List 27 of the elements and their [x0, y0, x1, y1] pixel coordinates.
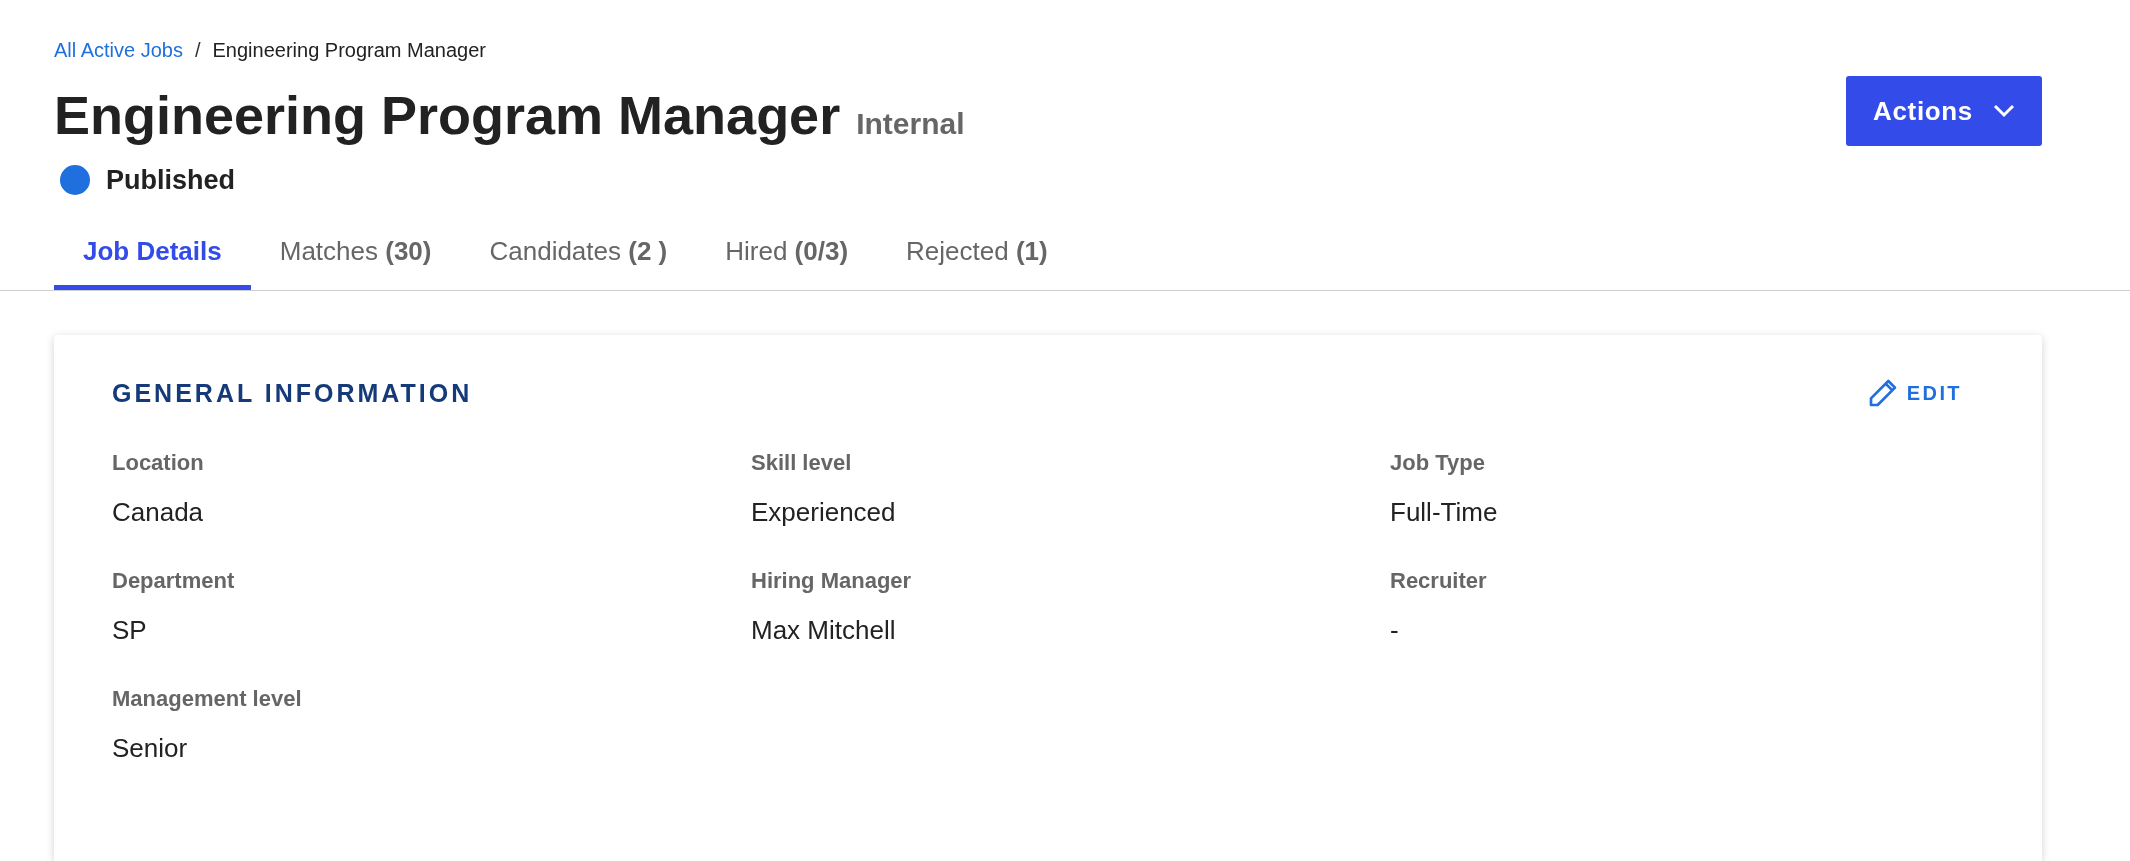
- field-label: Job Type: [1390, 449, 1486, 477]
- field-label: Management level: [112, 685, 303, 713]
- tab[interactable]: Job Details: [54, 214, 251, 290]
- field-value: Canada: [112, 496, 205, 529]
- field-value: Senior: [112, 732, 189, 765]
- field-label: Recruiter: [1390, 567, 1488, 595]
- field-label: Department: [112, 567, 236, 595]
- breadcrumb-link[interactable]: All Active Jobs: [54, 35, 183, 65]
- actions-button[interactable]: Actions: [1846, 76, 2042, 146]
- field-label: Skill level: [751, 449, 853, 477]
- section-heading: GENERAL INFORMATION: [112, 377, 473, 409]
- tab[interactable]: Candidates (2 ): [460, 214, 697, 290]
- job-visibility-label: Internal: [856, 106, 965, 142]
- tab[interactable]: Hired (0/3): [696, 214, 878, 290]
- field-value: -: [1390, 614, 1400, 647]
- tab[interactable]: Matches (30): [250, 214, 461, 290]
- status-label: Published: [106, 164, 235, 197]
- breadcrumb-current: Engineering Program Manager: [212, 38, 486, 63]
- field-label: Location: [112, 449, 205, 477]
- breadcrumb-separator: /: [194, 38, 201, 63]
- tab[interactable]: Rejected (1): [877, 214, 1077, 290]
- field-label: Hiring Manager: [751, 567, 913, 595]
- edit-button[interactable]: EDIT: [1866, 377, 1962, 410]
- field-value: SP: [112, 614, 148, 647]
- field-value: Max Mitchell: [751, 614, 897, 647]
- field-value: Full-Time: [1390, 496, 1499, 529]
- field-value: Experienced: [751, 496, 897, 529]
